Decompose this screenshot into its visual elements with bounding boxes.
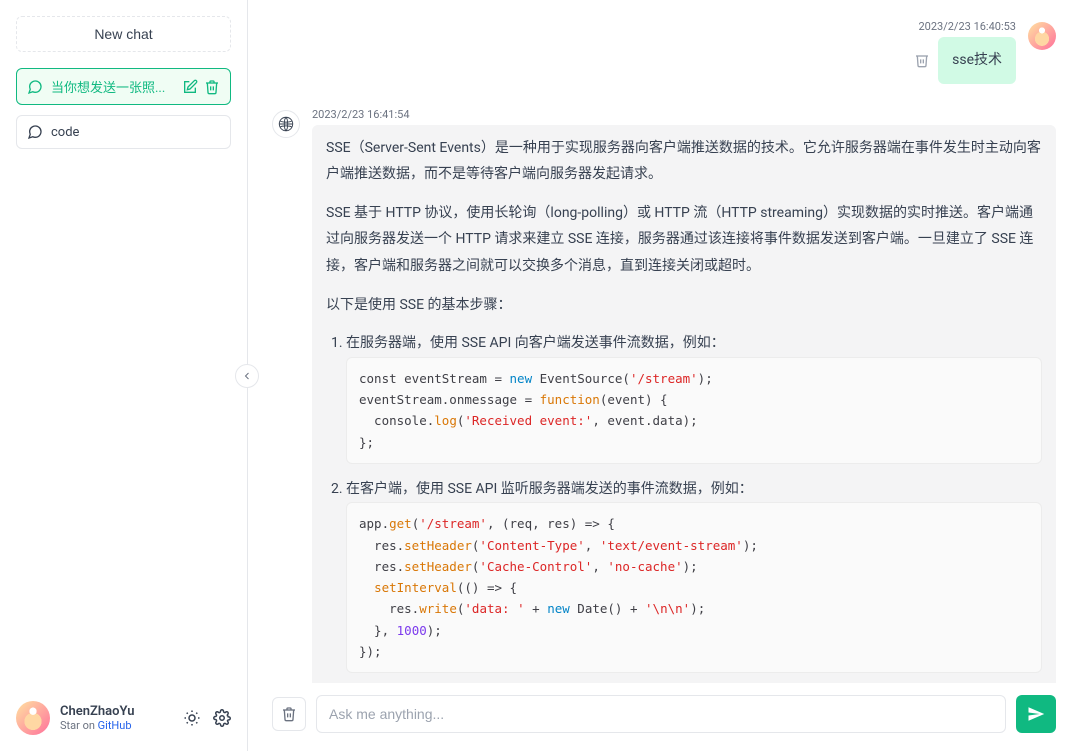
github-link[interactable]: GitHub [98,719,132,732]
footer-icons [183,709,231,727]
message-row-assistant: 2023/2/23 16:41:54 SSE（Server-Sent Event… [272,108,1056,683]
step-item: 在服务器端，使用 SSE API 向客户端发送事件流数据，例如： const e… [346,330,1042,464]
message-row-user: 2023/2/23 16:40:53 sse技术 [272,20,1056,84]
user-block: ChenZhaoYu Star on GitHub [60,704,173,733]
edit-icon[interactable] [182,79,198,95]
sidebar-footer: ChenZhaoYu Star on GitHub [16,689,231,735]
user-name: ChenZhaoYu [60,704,173,720]
message-input[interactable] [316,695,1006,733]
clear-conversation-button[interactable] [272,697,306,731]
chat-bubble-icon [27,79,43,95]
composer [248,683,1080,751]
sidebar-item-label: code [51,125,220,140]
assistant-avatar [272,110,300,138]
steps-list: 在服务器端，使用 SSE API 向客户端发送事件流数据，例如： const e… [326,330,1042,673]
message-col: 2023/2/23 16:40:53 sse技术 [914,20,1016,84]
bubble-wrap: sse技术 [914,37,1016,84]
chat-list: 当你想发送一张照... code [16,68,231,149]
timestamp: 2023/2/23 16:40:53 [918,20,1016,33]
para: SSE（Server-Sent Events）是一种用于实现服务器向客户端推送数… [326,135,1042,188]
step-item: 在客户端，使用 SSE API 监听服务器端发送的事件流数据，例如： app.g… [346,476,1042,673]
assistant-bubble: SSE（Server-Sent Events）是一种用于实现服务器向客户端推送数… [312,125,1056,683]
message-col: 2023/2/23 16:41:54 SSE（Server-Sent Event… [312,108,1056,683]
timestamp: 2023/2/23 16:41:54 [312,108,1056,121]
delete-message-icon[interactable] [914,52,930,68]
new-chat-button[interactable]: New chat [16,16,231,52]
code-block: app.get('/stream', (req, res) => { res.s… [346,502,1042,673]
theme-icon[interactable] [183,709,201,727]
user-avatar-small [1028,22,1056,50]
user-avatar [16,701,50,735]
send-button[interactable] [1016,695,1056,733]
message-scroll[interactable]: 2023/2/23 16:40:53 sse技术 2023/2/23 16:41… [248,0,1080,683]
sidebar-item-actions [182,79,220,95]
code-block: const eventStream = new EventSource('/st… [346,357,1042,464]
user-subtitle: Star on GitHub [60,719,173,732]
sidebar-item[interactable]: code [16,115,231,149]
chat-bubble-icon [27,124,43,140]
step-text: 在服务器端，使用 SSE API 向客户端发送事件流数据，例如： [346,335,725,351]
para: 以下是使用 SSE 的基本步骤： [326,292,1042,319]
user-bubble: sse技术 [938,37,1016,84]
sidebar-item-label: 当你想发送一张照... [51,77,174,96]
sidebar: New chat 当你想发送一张照... [0,0,248,751]
user-sub-prefix: Star on [60,719,98,732]
app-root: New chat 当你想发送一张照... [0,0,1080,751]
main: 2023/2/23 16:40:53 sse技术 2023/2/23 16:41… [248,0,1080,751]
sidebar-item-active[interactable]: 当你想发送一张照... [16,68,231,105]
para: SSE 基于 HTTP 协议，使用长轮询（long-polling）或 HTTP… [326,200,1042,280]
trash-icon[interactable] [204,79,220,95]
settings-icon[interactable] [213,709,231,727]
step-text: 在客户端，使用 SSE API 监听服务器端发送的事件流数据，例如： [346,481,753,497]
